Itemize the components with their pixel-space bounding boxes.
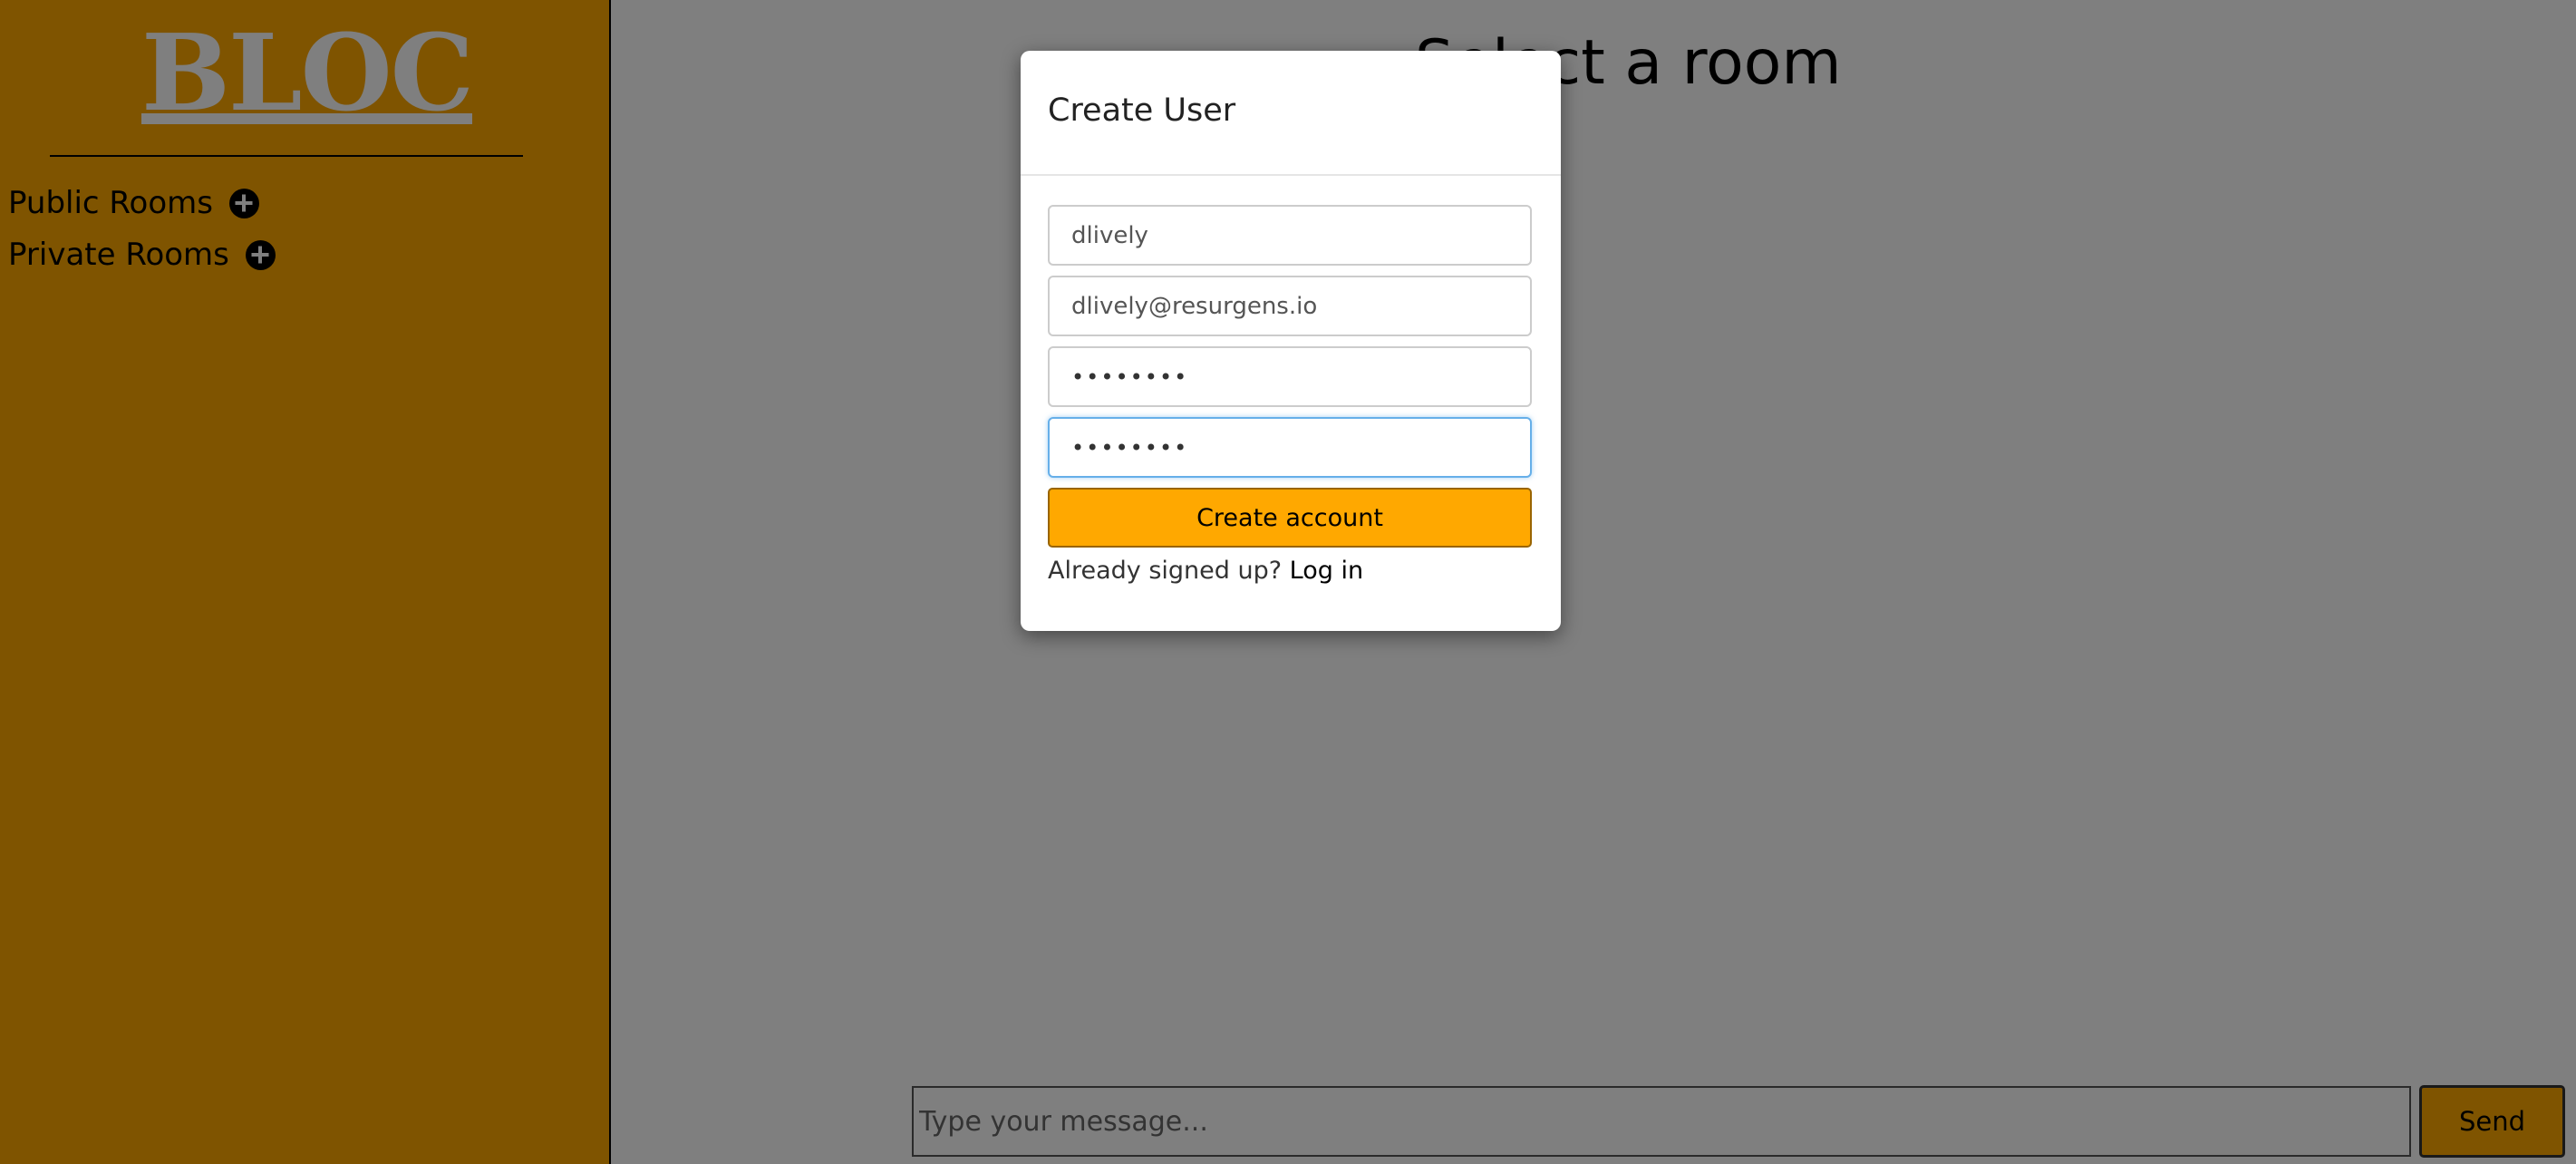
username-field[interactable]: [1048, 205, 1532, 266]
login-link[interactable]: Log in: [1290, 557, 1363, 585]
signed-up-text: Already signed up?: [1048, 557, 1283, 585]
modal-header: Create User: [1021, 51, 1561, 176]
create-user-modal: Create User Create account Already signe…: [1021, 51, 1561, 631]
email-field[interactable]: [1048, 276, 1532, 336]
confirm-password-field[interactable]: [1048, 417, 1532, 478]
password-field[interactable]: [1048, 346, 1532, 407]
create-account-button[interactable]: Create account: [1048, 488, 1532, 548]
signup-line: Already signed up? Log in: [1048, 557, 1534, 585]
modal-title: Create User: [1048, 92, 1236, 129]
modal-body: Create account Already signed up? Log in: [1021, 176, 1561, 585]
